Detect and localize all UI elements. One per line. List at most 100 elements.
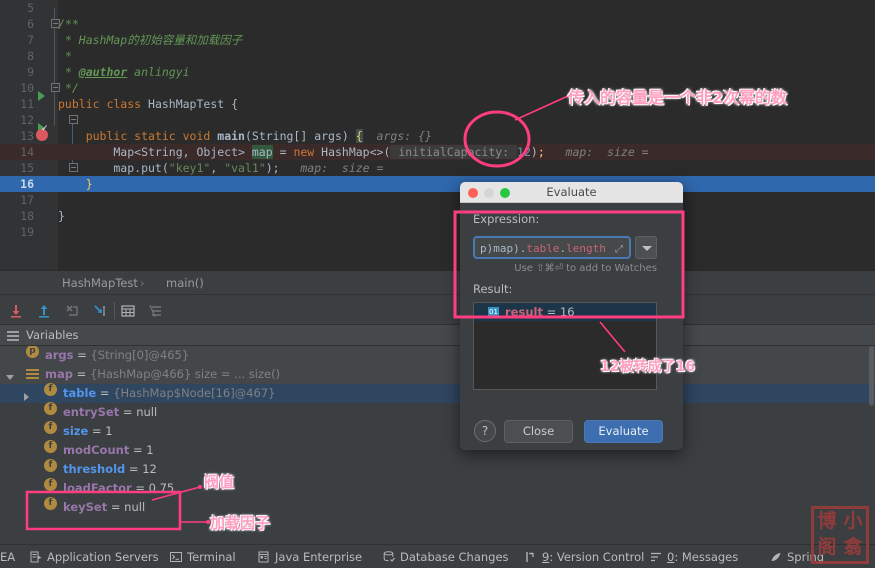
variable-name: keySet [63,500,108,514]
debugger-toolbar[interactable] [0,294,875,324]
branch-icon [525,551,537,567]
status-bar-item-label: EA [0,550,16,564]
status-bar-item[interactable]: Terminal [170,549,236,565]
variables-icon [7,331,19,341]
variable-name: table [63,386,97,400]
annotation-threshold-note: 阀值 [204,473,235,491]
evaluate-expression-icon[interactable] [120,303,136,319]
evaluate-button[interactable]: Evaluate [584,420,663,443]
line-number: 15 [20,161,34,175]
code-editor[interactable]: 5 6/** 7 * HashMap的初始容量和加载因子 8 * 9 * @author… [0,0,875,270]
variable-row[interactable]: p args = {String[0]@465} [0,346,875,365]
result-name: result = 16 [505,305,575,319]
step-out-icon[interactable] [92,303,108,319]
code-line[interactable]: 14 Map<String, Object> map = new HashMap… [0,144,875,160]
parameter-icon: p [26,346,39,358]
variable-row[interactable]: f keySet = null [0,497,875,517]
breadcrumb-class[interactable]: HashMapTest [62,271,138,295]
status-bar-item[interactable]: Java Enterprise [258,549,362,565]
code-line[interactable]: 17 [0,192,875,208]
force-step-into-icon[interactable] [64,303,80,319]
watermark-char: 小 [843,510,863,532]
expression-history-dropdown[interactable] [635,236,657,259]
code-line[interactable]: 19 [0,224,875,240]
status-bar-item[interactable]: 9: Version Control [525,549,644,565]
code-line[interactable]: 18} [0,208,875,224]
variables-title: Variables [26,328,79,342]
variable-row[interactable]: f loadFactor = 0.75 [0,478,875,498]
status-bar-item-label: Java Enterprise [275,550,363,564]
step-over-icon[interactable] [8,303,24,319]
variable-row[interactable]: map = {HashMap@466} size = ... size() [0,365,875,384]
code-line[interactable]: 15 map.put("key1", "val1"); map: size = [0,160,875,176]
fold-marker-method[interactable]: − [69,115,78,124]
help-button[interactable]: ? [474,420,496,442]
variable-value: {String[0]@465} [90,348,190,362]
variable-name: map [45,367,73,381]
status-bar-item[interactable]: EA [0,549,15,565]
variable-value: 1 [105,424,113,438]
variable-text: entrySet = null [63,405,158,419]
server-icon [30,551,42,567]
variables-list[interactable]: p args = {String[0]@465} map = {HashMap@46… [0,346,875,544]
status-bar[interactable]: EA Application Servers Terminal Java Enterp… [0,544,875,568]
line-number: 9 [27,65,34,79]
variable-value: {HashMap@466} size = ... size() [89,367,281,381]
code-line[interactable]: 16 } [0,176,875,192]
code-line[interactable]: 5 [0,0,875,16]
code-line[interactable]: 8 * [0,48,875,64]
line-code: } [58,209,65,223]
expression-value: p)map).table.length [480,242,606,255]
variable-row[interactable]: f entrySet = null [0,402,875,422]
dialog-titlebar[interactable]: Evaluate [460,182,683,203]
fold-marker-method-end[interactable]: − [69,163,78,172]
mute-breakpoints-icon[interactable] [148,303,164,319]
run-class-icon[interactable] [38,91,45,101]
code-line[interactable]: 12 [0,112,875,128]
primitive-value-icon: 01 [488,307,499,317]
variable-name: args [45,348,74,362]
code-line[interactable]: 7 * HashMap的初始容量和加载因子 [0,32,875,48]
breadcrumb-method[interactable]: main() [166,271,204,295]
database-icon [383,551,395,567]
toolbar-divider [114,302,115,319]
watch-hint: Use ⇧⌘⏎ to add to Watches [514,263,657,274]
variable-value: 1 [146,443,154,457]
expand-expression-icon[interactable]: ⤢ [615,244,623,255]
breakpoint-icon[interactable] [36,124,49,141]
fold-marker-comment-end[interactable]: − [51,83,60,92]
variable-row[interactable]: f size = 1 [0,421,875,441]
expression-input[interactable]: p)map).table.length ⤢ [473,236,631,259]
variable-row[interactable]: f modCount = 1 [0,440,875,460]
line-number: 10 [20,81,34,95]
code-line[interactable]: 13 public static void main(String[] args… [0,128,875,144]
line-number: 7 [27,33,34,47]
java-enterprise-icon [258,551,270,567]
fold-marker-comment-start[interactable]: − [51,19,60,28]
variables-panel-header: Variables [0,324,875,346]
line-number: 17 [20,193,34,207]
variable-row[interactable]: f threshold = 12 [0,459,875,479]
variable-row[interactable]: f table = {HashMap$Node[16]@467} [0,383,875,403]
watermark-char: 博 [817,510,837,532]
result-label: Result: [473,282,513,296]
status-bar-item-label: Application Servers [47,550,159,564]
status-bar-item[interactable]: Database Changes [383,549,509,565]
code-line[interactable]: 6 /** [0,16,875,32]
line-number: 14 [20,145,34,159]
field-icon: f [44,421,57,434]
code-line[interactable]: 9 * @author anlingyi [0,64,875,80]
step-into-icon[interactable] [36,303,52,319]
result-row[interactable]: 01 result = 16 [474,303,656,321]
variable-text: table = {HashMap$Node[16]@467} [63,386,276,400]
watermark-char: 翕 [843,536,863,558]
variable-text: modCount = 1 [63,443,154,457]
close-button[interactable]: Close [504,420,573,443]
status-bar-item[interactable]: Application Servers [30,549,159,565]
evaluate-dialog[interactable]: Evaluate Expression: p)map).table.length… [460,182,683,450]
terminal-icon [170,551,182,567]
variables-scrollbar[interactable] [869,346,875,544]
status-bar-item[interactable]: 0: Messages [650,549,738,565]
result-tree[interactable]: 01 result = 16 [473,302,657,390]
watermark-char: 阁 [817,536,837,558]
